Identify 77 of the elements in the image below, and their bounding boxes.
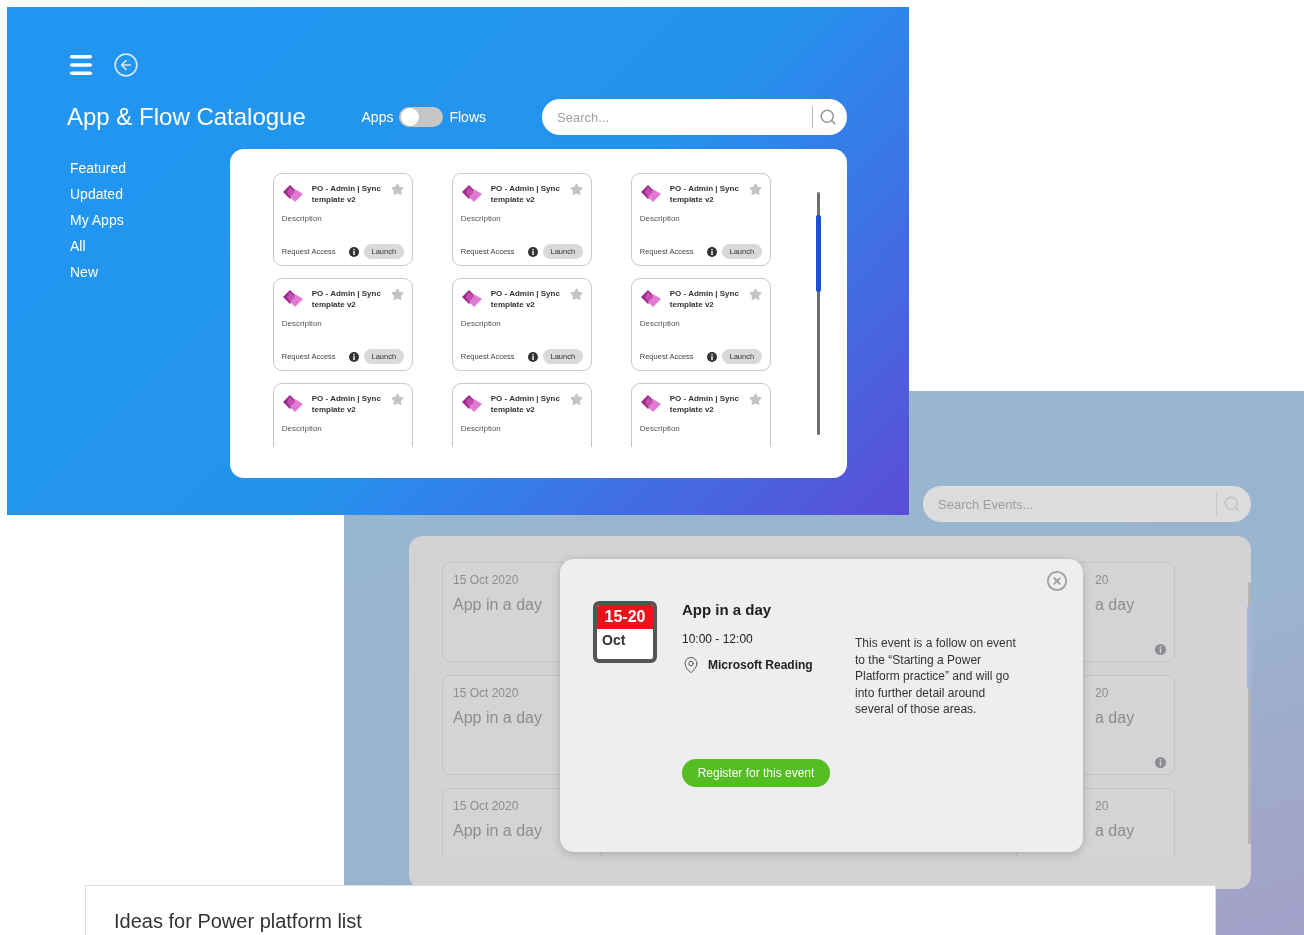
info-icon: [706, 246, 717, 257]
app-title: PO - Admin | Sync template v2: [669, 183, 740, 205]
app-title: PO - Admin | Sync template v2: [490, 183, 561, 205]
app-title: PO - Admin | Sync template v2: [490, 288, 561, 310]
app-description: Description: [281, 424, 323, 433]
star-icon[interactable]: [390, 183, 404, 196]
app-description: Description: [639, 424, 681, 433]
app-description: Description: [639, 214, 681, 223]
calendar-days: 15-20: [597, 605, 653, 629]
star-icon[interactable]: [569, 288, 583, 301]
info-icon: [706, 351, 717, 362]
app-title: PO - Admin | Sync template v2: [669, 288, 740, 310]
event-title: a day: [1095, 822, 1136, 840]
app-title: PO - Admin | Sync template v2: [669, 393, 740, 415]
event-date: 15 Oct 2020: [453, 573, 520, 587]
app-title: PO - Admin | Sync template v2: [490, 393, 561, 415]
map-pin-icon: [682, 656, 700, 674]
app-logo-icon: [281, 393, 304, 415]
info-icon: [527, 246, 538, 257]
toggle-switch[interactable]: [399, 107, 444, 127]
event-date: 20: [1095, 799, 1110, 813]
app-description: Description: [281, 214, 323, 223]
star-icon[interactable]: [569, 393, 583, 406]
app-card[interactable]: PO - Admin | Sync template v2 Description: [451, 383, 592, 447]
event-title: App in a day: [453, 709, 543, 727]
info-icon: [527, 351, 538, 362]
info-icon: [1155, 757, 1166, 768]
star-icon[interactable]: [390, 393, 404, 406]
page-title: App & Flow Catalogue: [67, 103, 307, 131]
app-logo-icon: [460, 393, 483, 415]
event-title: App in a day: [682, 601, 773, 618]
app-description: Description: [460, 319, 502, 328]
search-icon[interactable]: [1223, 495, 1241, 513]
app-logo-icon: [281, 183, 304, 205]
event-date: 20: [1095, 686, 1110, 700]
event-date: 15 Oct 2020: [453, 799, 520, 813]
star-icon[interactable]: [390, 288, 404, 301]
scrollbar-thumb[interactable]: [1247, 606, 1252, 689]
event-date: 20: [1095, 573, 1110, 587]
app-card[interactable]: PO - Admin | Sync template v2 Description: [272, 383, 413, 447]
event-description: This event is a follow on event to the “Starting a Power Platform practice” and will go into further detail around several of those areas.: [855, 635, 1017, 718]
info-icon: [1155, 644, 1166, 655]
star-icon[interactable]: [569, 183, 583, 196]
info-icon: [348, 351, 359, 362]
event-title: App in a day: [453, 822, 543, 840]
app-logo-icon: [639, 288, 662, 310]
app-description: Description: [460, 424, 502, 433]
close-icon[interactable]: [1046, 570, 1068, 592]
calendar-month: Oct: [601, 631, 627, 650]
info-icon: [348, 246, 359, 257]
app-logo-icon: [639, 183, 662, 205]
list-title: Ideas for Power platform list: [114, 910, 362, 932]
event-date: 15 Oct 2020: [453, 686, 520, 700]
toggle-label: Flows: [449, 109, 486, 125]
toggle-label: Apps: [361, 109, 394, 125]
event-title: App in a day: [453, 596, 543, 614]
app-description: Description: [639, 319, 681, 328]
star-icon[interactable]: [748, 288, 762, 301]
event-title: a day: [1095, 709, 1136, 727]
back-icon[interactable]: [113, 52, 139, 78]
search-icon[interactable]: [819, 108, 837, 126]
app-logo-icon: [460, 183, 483, 205]
star-icon[interactable]: [748, 393, 762, 406]
star-icon[interactable]: [748, 183, 762, 196]
app-title: PO - Admin | Sync template v2: [311, 288, 382, 310]
app-description: Description: [460, 214, 502, 223]
scrollbar-thumb[interactable]: [815, 215, 821, 292]
app-logo-icon: [639, 393, 662, 415]
event-time: 10:00 - 12:00: [682, 632, 754, 646]
event-location: Microsoft Reading: [708, 658, 813, 672]
app-logo-icon: [460, 288, 483, 310]
app-card[interactable]: PO - Admin | Sync template v2 Description: [630, 383, 771, 447]
event-title: a day: [1095, 596, 1136, 614]
app-title: PO - Admin | Sync template v2: [311, 183, 382, 205]
app-title: PO - Admin | Sync template v2: [311, 393, 382, 415]
app-description: Description: [281, 319, 323, 328]
app-logo-icon: [281, 288, 304, 310]
